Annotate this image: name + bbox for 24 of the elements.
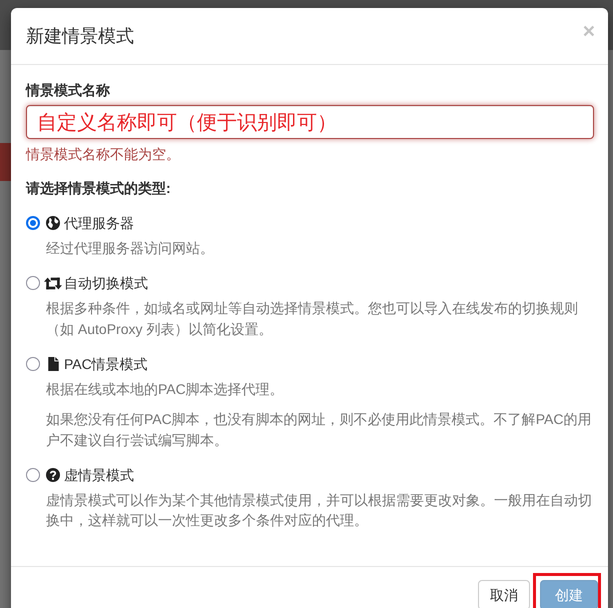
option-description: 根据多种条件，如域名或网址等自动选择情景模式。您也可以导入在线发布的切换规则（如 AutoProxy 列表）以简化设置。 [46, 299, 579, 339]
error-message: 情景模式名称不能为空。 [26, 145, 180, 164]
option-label[interactable]: 虚情景模式 [64, 464, 134, 484]
dialog-title: 新建情景模式 [26, 25, 134, 48]
radio-button[interactable] [26, 356, 40, 370]
name-field[interactable]: 自定义名称即可（便于识别即可） [26, 105, 594, 139]
field-label: 情景模式名称 [26, 81, 110, 100]
radio-button[interactable] [26, 216, 40, 230]
radio-button[interactable] [26, 468, 40, 482]
file-icon [48, 356, 58, 370]
option-description: 根据在线或本地的PAC脚本选择代理。 [46, 380, 285, 398]
option-description: 如果您没有任何PAC脚本，也没有脚本的网址，则不必使用此情景模式。不了解PAC的用户不建议自行尝试编写脚本。 [46, 410, 592, 450]
cancel-button[interactable]: 取消 [478, 580, 530, 608]
option-description: 经过代理服务器访问网站。 [46, 239, 215, 258]
option-description: 虚情景模式可以作为某个其他情景模式使用，并可以根据需要更改对象。一般用在自动切换中，这样就可以一次性更改多个条件对应的代理。 [46, 490, 593, 530]
retweet-icon [44, 276, 62, 290]
type-prompt: 请选择情景模式的类型: [26, 179, 171, 198]
globe-icon [46, 216, 60, 230]
option-label[interactable]: 自动切换模式 [64, 273, 148, 293]
question-icon [46, 468, 60, 482]
radio-button[interactable] [26, 276, 40, 290]
option-label[interactable]: 代理服务器 [64, 213, 134, 233]
option-label[interactable]: PAC情景模式 [64, 354, 148, 374]
obscured-panel [0, 143, 12, 181]
